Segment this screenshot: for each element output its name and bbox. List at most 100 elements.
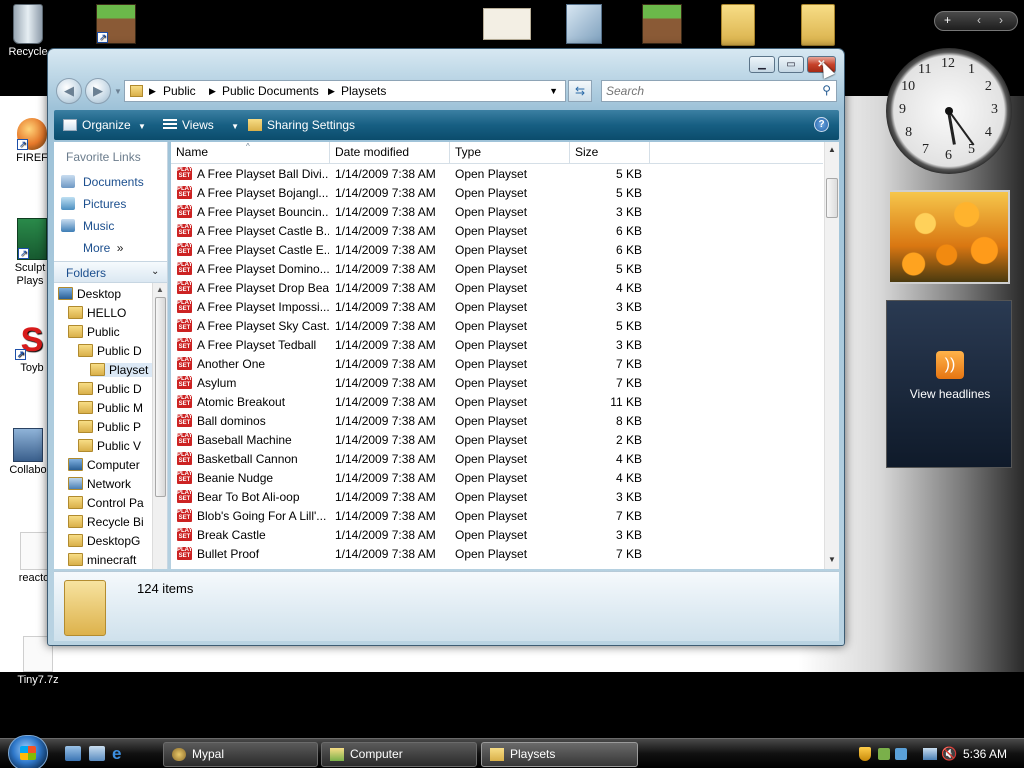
table-row[interactable]: PLAY SET A Free Playset Castle B... 1/14/2… bbox=[171, 221, 823, 240]
tree-item[interactable]: DesktopG bbox=[68, 534, 140, 548]
clock-gadget[interactable]: 12 1 2 3 4 5 6 7 8 9 10 11 bbox=[886, 48, 1012, 174]
tree-item[interactable]: Recycle Bi bbox=[68, 515, 144, 529]
next-icon[interactable]: › bbox=[999, 13, 1003, 27]
slideshow-gadget[interactable] bbox=[888, 190, 1010, 284]
recent-pages-dropdown[interactable]: ▼ bbox=[114, 87, 122, 96]
table-row[interactable]: PLAY SET A Free Playset Bojangl... 1/14/20… bbox=[171, 183, 823, 202]
table-row[interactable]: PLAY SET Baseball Machine 1/14/2009 7:38 A… bbox=[171, 430, 823, 449]
security-shield-icon[interactable] bbox=[859, 747, 871, 761]
tree-item[interactable]: Public D bbox=[78, 344, 142, 358]
address-bar[interactable]: ▶ Public ▶ Public Documents ▶ Playsets ▼ bbox=[124, 80, 566, 102]
table-row[interactable]: PLAY SET Break Castle 1/14/2009 7:38 AM Ope… bbox=[171, 525, 823, 544]
desktop-icon-toybox[interactable]: S ↗ Toyb bbox=[12, 320, 52, 374]
clock-time[interactable]: 5:36 AM bbox=[963, 747, 1007, 761]
search-icon[interactable]: ⚲ bbox=[822, 83, 831, 97]
tree-item[interactable]: minecraft bbox=[68, 553, 136, 567]
column-size[interactable]: Size bbox=[570, 142, 650, 164]
desktop-icon-firefox[interactable]: ↗ FIREF bbox=[12, 118, 52, 164]
show-desktop-icon[interactable] bbox=[65, 746, 81, 761]
network-icon[interactable] bbox=[923, 748, 937, 760]
task-playsets[interactable]: Playsets bbox=[481, 742, 638, 767]
switch-windows-icon[interactable] bbox=[89, 746, 105, 761]
feed-headlines-gadget[interactable]: )) View headlines bbox=[886, 300, 1012, 468]
tree-scroll-thumb[interactable] bbox=[155, 297, 166, 497]
search-box[interactable]: ⚲ bbox=[601, 80, 837, 102]
tree-item[interactable]: Public bbox=[68, 325, 120, 339]
tree-item[interactable]: Public V bbox=[78, 439, 141, 453]
tree-item[interactable]: Public D bbox=[78, 382, 142, 396]
desktop-icon-installer[interactable] bbox=[562, 4, 606, 44]
table-row[interactable]: PLAY SET Bullet Proof 1/14/2009 7:38 AM Ope… bbox=[171, 544, 823, 563]
table-row[interactable]: PLAY SET Blob's Going For A Lill'... 1/14/… bbox=[171, 506, 823, 525]
breadcrumb-public[interactable]: Public bbox=[163, 84, 196, 98]
table-row[interactable]: PLAY SET A Free Playset Ball Divi... 1/14/… bbox=[171, 164, 823, 183]
sharing-settings-button[interactable]: Sharing Settings bbox=[248, 118, 355, 132]
scroll-thumb[interactable] bbox=[826, 178, 838, 218]
table-row[interactable]: PLAY SET A Free Playset Tedball 1/14/2009 … bbox=[171, 335, 823, 354]
back-button[interactable]: ◀ bbox=[56, 78, 82, 104]
minimize-button[interactable]: ▁ bbox=[749, 56, 775, 73]
scroll-down-icon[interactable]: ▼ bbox=[828, 555, 836, 564]
address-dropdown-icon[interactable]: ▼ bbox=[549, 86, 558, 96]
volume-icon[interactable]: 🔇 bbox=[941, 746, 957, 762]
search-input[interactable] bbox=[602, 81, 802, 101]
table-row[interactable]: PLAY SET A Free Playset Sky Cast... 1/14/2… bbox=[171, 316, 823, 335]
maximize-button[interactable]: ▭ bbox=[778, 56, 804, 73]
task-mypal[interactable]: Mypal bbox=[163, 742, 318, 767]
internet-explorer-icon[interactable]: e bbox=[112, 745, 128, 762]
column-date-modified[interactable]: Date modified bbox=[330, 142, 450, 164]
table-row[interactable]: PLAY SET Beanie Nudge 1/14/2009 7:38 AM Ope… bbox=[171, 468, 823, 487]
tree-item[interactable]: HELLO bbox=[68, 306, 126, 320]
start-button[interactable] bbox=[8, 735, 48, 768]
item-count: 124 items bbox=[137, 581, 194, 596]
refresh-button[interactable]: ⇆ bbox=[568, 80, 592, 102]
table-row[interactable]: PLAY SET Another One 1/14/2009 7:38 AM Open… bbox=[171, 354, 823, 373]
tree-item[interactable]: Control Pa bbox=[68, 496, 144, 510]
task-computer[interactable]: Computer bbox=[321, 742, 477, 767]
tree-scrollbar[interactable]: ▲ bbox=[152, 283, 167, 569]
forward-button[interactable]: ▶ bbox=[85, 78, 111, 104]
table-row[interactable]: PLAY SET Ball dominos 1/14/2009 7:38 AM Ope… bbox=[171, 411, 823, 430]
vertical-scrollbar[interactable]: ▲ ▼ bbox=[824, 142, 839, 569]
organize-button[interactable]: Organize ▼ bbox=[63, 118, 146, 132]
table-row[interactable]: PLAY SET Bear To Bot Ali-oop 1/14/2009 7:3… bbox=[171, 487, 823, 506]
tree-item[interactable]: Network bbox=[68, 477, 131, 491]
table-row[interactable]: PLAY SET A Free Playset Impossi... 1/14/20… bbox=[171, 297, 823, 316]
link-more[interactable]: More » bbox=[83, 241, 123, 255]
tree-item[interactable]: Playset bbox=[90, 363, 157, 377]
tree-scroll-up[interactable]: ▲ bbox=[156, 285, 164, 294]
add-gadget-icon[interactable]: + bbox=[944, 13, 951, 27]
desktop-icon-minecraft-2[interactable] bbox=[640, 4, 684, 44]
tray-app-icon[interactable] bbox=[878, 748, 890, 760]
tray-app-icon[interactable] bbox=[895, 748, 907, 760]
tree-item[interactable]: Desktop bbox=[58, 287, 121, 301]
table-row[interactable]: PLAY SET A Free Playset Domino... 1/14/200… bbox=[171, 259, 823, 278]
link-documents[interactable]: Documents bbox=[61, 175, 144, 189]
table-row[interactable]: PLAY SET A Free Playset Bouncin... 1/14/20… bbox=[171, 202, 823, 221]
table-row[interactable]: PLAY SET Asylum 1/14/2009 7:38 AM Open Play… bbox=[171, 373, 823, 392]
tree-item[interactable]: Public M bbox=[78, 401, 143, 415]
tree-item[interactable]: Public P bbox=[78, 420, 141, 434]
scroll-up-icon[interactable]: ▲ bbox=[828, 145, 836, 154]
desktop-icon-certificate[interactable] bbox=[482, 8, 532, 40]
desktop-icon-collabo[interactable]: Collabo bbox=[6, 428, 50, 476]
folders-header[interactable]: Folders ⌄ bbox=[54, 261, 167, 283]
desktop-icon-minecraft[interactable]: ↗ bbox=[94, 4, 138, 44]
table-row[interactable]: PLAY SET Atomic Breakout 1/14/2009 7:38 AM… bbox=[171, 392, 823, 411]
breadcrumb-playsets[interactable]: Playsets bbox=[341, 84, 386, 98]
link-pictures[interactable]: Pictures bbox=[61, 197, 126, 211]
link-music[interactable]: Music bbox=[61, 219, 114, 233]
desktop-icon-folder-2[interactable] bbox=[796, 4, 840, 46]
help-icon[interactable]: ? bbox=[814, 117, 829, 132]
tree-item[interactable]: Computer bbox=[68, 458, 140, 472]
column-name[interactable]: Name ^ bbox=[171, 142, 330, 164]
views-button[interactable]: Views ▼ bbox=[163, 118, 239, 132]
previous-icon[interactable]: ‹ bbox=[977, 13, 981, 27]
table-row[interactable]: PLAY SET Basketball Cannon 1/14/2009 7:38 … bbox=[171, 449, 823, 468]
desktop-icon-folder[interactable] bbox=[716, 4, 760, 46]
column-type[interactable]: Type bbox=[450, 142, 570, 164]
table-row[interactable]: PLAY SET A Free Playset Castle E... 1/14/2… bbox=[171, 240, 823, 259]
table-row[interactable]: PLAY SET A Free Playset Drop Bear 1/14/200… bbox=[171, 278, 823, 297]
desktop-icon-recycle-bin[interactable]: Recycle bbox=[6, 4, 50, 58]
breadcrumb-public-documents[interactable]: Public Documents bbox=[222, 84, 319, 98]
